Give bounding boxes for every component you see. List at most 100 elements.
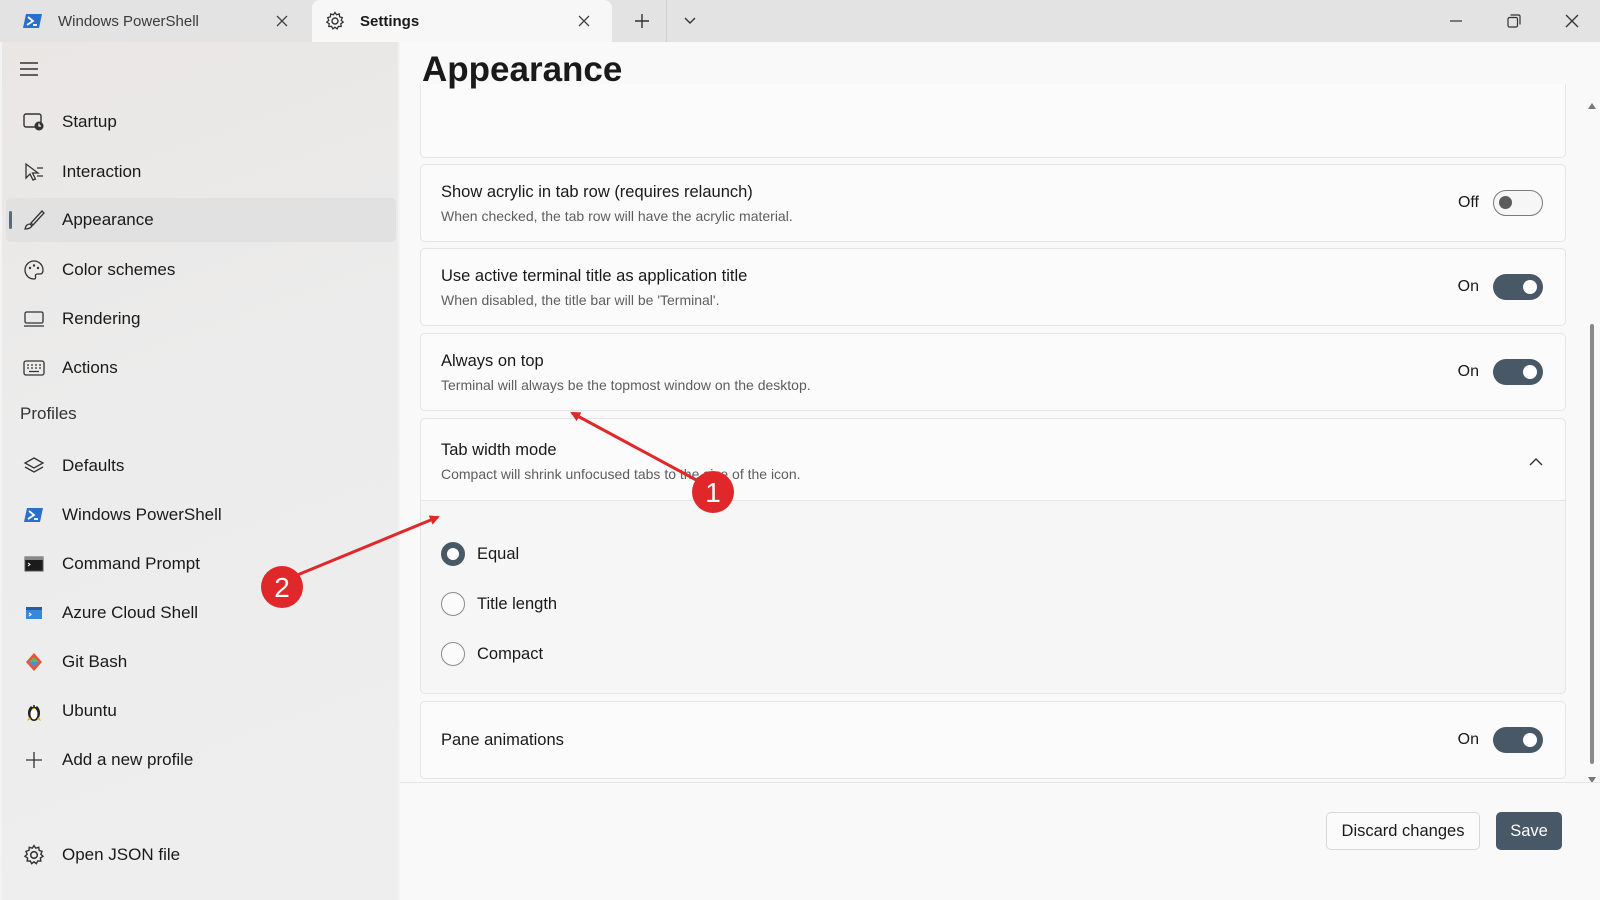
divider: [400, 782, 1600, 783]
setting-description: When disabled, the title bar will be 'Te…: [441, 292, 720, 308]
setting-title: Tab width mode: [441, 441, 557, 459]
radio-button[interactable]: [441, 592, 465, 616]
setting-description: Terminal will always be the topmost wind…: [441, 377, 811, 393]
setting-description: When checked, the tab row will have the …: [441, 208, 793, 224]
git-icon: [22, 651, 46, 673]
selection-indicator: [9, 211, 12, 229]
radio-label: Compact: [477, 644, 544, 663]
sidebar-item-label: Interaction: [62, 162, 142, 181]
sidebar-item-appearance[interactable]: Appearance: [6, 198, 396, 242]
radio-option-compact[interactable]: Compact: [441, 639, 543, 669]
scrollbar-thumb[interactable]: [1590, 324, 1594, 764]
chevron-down-icon: [684, 17, 696, 24]
sidebar-item-actions[interactable]: Actions: [6, 346, 396, 390]
chevron-up-icon[interactable]: [1529, 453, 1543, 466]
sidebar-item-defaults[interactable]: Defaults: [6, 444, 396, 488]
setting-card-always-on-top: Always on top Terminal will always be th…: [420, 333, 1566, 411]
sidebar-item-label: Ubuntu: [62, 701, 117, 720]
sidebar-item-label: Git Bash: [62, 652, 128, 671]
powershell-icon: [22, 12, 44, 30]
radio-button[interactable]: [441, 642, 465, 666]
toggle-pane-animations[interactable]: On: [1451, 727, 1543, 753]
tab-bar: Windows PowerShell Settings: [0, 0, 1600, 42]
sidebar-item-label: Rendering: [62, 309, 141, 328]
toggle-state-label: On: [1457, 363, 1479, 380]
sidebar-item-add-profile[interactable]: Add a new profile: [6, 738, 396, 782]
toggle-state-label: On: [1457, 731, 1479, 748]
sidebar-item-startup[interactable]: Startup: [6, 100, 396, 144]
setting-card-pane-animations: Pane animations On: [420, 701, 1566, 779]
linux-icon: [22, 700, 46, 722]
open-json-file-button[interactable]: Open JSON file: [6, 833, 396, 877]
toggle-state-label: Off: [1457, 194, 1479, 211]
setting-description: Compact will shrink unfocused tabs to th…: [441, 466, 801, 482]
monitor-icon: [22, 308, 46, 330]
sidebar-item-azure-cloud-shell[interactable]: Azure Cloud Shell: [6, 591, 396, 635]
setting-title: Show acrylic in tab row (requires relaun…: [441, 183, 753, 201]
toggle-switch[interactable]: [1493, 359, 1543, 385]
sidebar-item-label: Color schemes: [62, 260, 176, 279]
sidebar-item-rendering[interactable]: Rendering: [6, 297, 396, 341]
discard-changes-button[interactable]: Discard changes: [1326, 812, 1480, 850]
page-title: Appearance: [422, 50, 623, 89]
sidebar: Startup Interaction Appearance Color sch…: [2, 42, 398, 900]
radio-label: Title length: [477, 594, 558, 613]
dropdown-button[interactable]: [668, 0, 712, 42]
profiles-section-label: Profiles: [20, 404, 77, 423]
toggle-always-on-top[interactable]: On: [1451, 359, 1543, 385]
save-button[interactable]: Save: [1496, 812, 1562, 850]
toggle-acrylic-tab-row[interactable]: Off: [1451, 190, 1543, 216]
setting-card-tab-width-mode: Tab width mode Compact will shrink unfoc…: [420, 418, 1566, 694]
sidebar-item-label: Actions: [62, 358, 118, 377]
keyboard-icon: [22, 357, 46, 379]
sidebar-item-label: Defaults: [62, 456, 125, 475]
close-window-button[interactable]: [1550, 0, 1594, 42]
sidebar-item-label: Windows PowerShell: [62, 505, 222, 524]
gear-icon: [22, 844, 46, 866]
sidebar-item-ubuntu[interactable]: Ubuntu: [6, 689, 396, 733]
brush-icon: [22, 209, 46, 231]
sidebar-item-label: Add a new profile: [62, 750, 194, 769]
gear-icon: [324, 11, 346, 30]
new-tab-button[interactable]: [620, 0, 664, 42]
expander-header[interactable]: Tab width mode Compact will shrink unfoc…: [421, 419, 1565, 501]
restore-icon: [1507, 14, 1521, 28]
palette-icon: [22, 259, 46, 281]
tab-label: Windows PowerShell: [58, 12, 199, 30]
restore-button[interactable]: [1492, 0, 1536, 42]
toggle-switch[interactable]: [1493, 190, 1543, 216]
plus-icon: [635, 14, 649, 28]
sidebar-item-command-prompt[interactable]: Command Prompt: [6, 542, 396, 586]
sidebar-item-label: Command Prompt: [62, 554, 200, 573]
sidebar-item-color-schemes[interactable]: Color schemes: [6, 248, 396, 292]
minimize-button[interactable]: [1434, 0, 1478, 42]
startup-icon: [22, 111, 46, 133]
sidebar-item-windows-powershell[interactable]: Windows PowerShell: [6, 493, 396, 537]
plus-icon: [22, 749, 46, 771]
close-icon[interactable]: [574, 11, 594, 31]
setting-title: Use active terminal title as application…: [441, 267, 748, 285]
radio-label: Equal: [477, 544, 520, 563]
setting-card-active-terminal-title: Use active terminal title as application…: [420, 248, 1566, 326]
tab-settings[interactable]: Settings: [312, 0, 612, 42]
radio-button[interactable]: [441, 542, 465, 566]
close-icon[interactable]: [272, 11, 292, 31]
hamburger-menu-icon[interactable]: [18, 58, 42, 82]
sidebar-item-label: Open JSON file: [62, 845, 181, 864]
sidebar-item-label: Startup: [62, 112, 117, 131]
setting-card-acrylic-tab-row: Show acrylic in tab row (requires relaun…: [420, 164, 1566, 242]
toggle-state-label: On: [1457, 278, 1479, 295]
radio-option-title-length[interactable]: Title length: [441, 589, 557, 619]
sidebar-item-git-bash[interactable]: Git Bash: [6, 640, 396, 684]
tab-windows-powershell[interactable]: Windows PowerShell: [0, 0, 310, 42]
cmd-icon: [22, 553, 46, 575]
powershell-icon: [22, 504, 46, 526]
toggle-active-terminal-title[interactable]: On: [1451, 274, 1543, 300]
sidebar-item-label: Azure Cloud Shell: [62, 603, 199, 622]
radio-option-equal[interactable]: Equal: [441, 539, 519, 569]
toggle-switch[interactable]: [1493, 727, 1543, 753]
setting-title: Always on top: [441, 352, 544, 370]
toggle-switch[interactable]: [1493, 274, 1543, 300]
close-icon: [1565, 14, 1579, 28]
sidebar-item-interaction[interactable]: Interaction: [6, 150, 396, 194]
